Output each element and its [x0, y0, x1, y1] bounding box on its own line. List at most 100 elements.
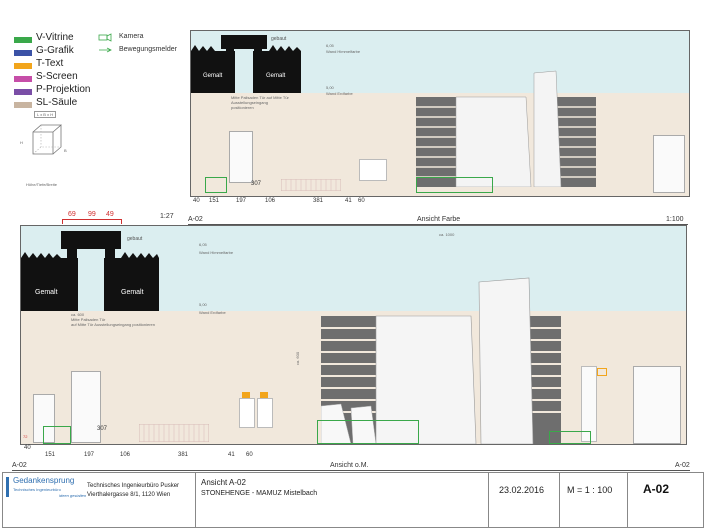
top-view-tick: 1:27 [160, 213, 174, 220]
top-palisade [191, 35, 301, 93]
legend-swatch-screen [14, 76, 32, 82]
divider-2 [488, 473, 489, 527]
bottom-top-dim: ca. 1000 [439, 232, 455, 237]
bottom-right-door [633, 366, 681, 444]
drawing-scale: M = 1 : 100 [567, 485, 613, 495]
top-text-panel [359, 159, 387, 181]
office-line2: Vierthalergasse 8/1, 1120 Wien [87, 492, 171, 498]
top-gemalt-left: Gemalt [203, 73, 223, 79]
bottom-stonehenge [321, 277, 561, 444]
company-sub: Technisches Ingenieurbüro [13, 487, 61, 492]
bottom-red-49: 49 [106, 211, 114, 218]
legend-swatch-saeule [14, 102, 32, 108]
top-right-door [653, 135, 685, 193]
bottom-dim-381: 381 [178, 452, 189, 458]
bottom-note-earth: Wand Erdfarbe [199, 310, 226, 315]
bottom-vitrine-left [43, 426, 71, 444]
bottom-orange-right [597, 368, 607, 376]
bottom-dim-197: 197 [84, 452, 95, 458]
legend-label-projektion: P-Projektion [36, 84, 91, 95]
company-name: Gedankensprung [13, 476, 75, 485]
top-door [229, 131, 253, 183]
bottom-gemalt-left: Gemalt [35, 289, 58, 296]
top-vitrine [205, 177, 227, 193]
bottom-level-top: 6,05 [199, 242, 207, 247]
bottom-text-panel-1 [239, 398, 255, 428]
top-dim-307: 307 [251, 181, 262, 187]
top-elevation-frame: Gemalt Gemalt gebaut Mitte Palisaden Tür… [190, 30, 690, 197]
divider-4 [627, 473, 628, 527]
legend-swatch-text [14, 63, 32, 69]
bottom-text-panel-2 [257, 398, 273, 428]
bottom-red-bracket [62, 219, 122, 224]
bottom-orange-2 [260, 392, 268, 398]
top-level-top: 6,05 [326, 43, 334, 48]
legend-label-vitrine: V-Vitrine [36, 32, 74, 43]
cube-h-label: H [20, 140, 23, 145]
top-dim-60: 60 [358, 198, 365, 204]
bottom-dim-151: 151 [45, 452, 56, 458]
bottom-fence [139, 424, 209, 442]
motion-sensor-icon [99, 47, 112, 53]
office-line1: Technisches Ingenieurbüro Pusker [87, 483, 180, 489]
legend-label-text: T-Text [36, 58, 64, 69]
cube-b-label: B [64, 148, 67, 153]
top-view-scale: 1:100 [666, 216, 684, 223]
bottom-dim-106: 106 [120, 452, 131, 458]
top-dim-381: 381 [313, 198, 324, 204]
bottom-dim-60: 60 [246, 452, 253, 458]
top-stonehenge [416, 70, 596, 187]
legend-swatch-grafik [14, 50, 32, 56]
drawing-date: 23.02.2016 [499, 485, 545, 495]
bottom-view-title: Ansicht o.M. [330, 462, 369, 469]
bottom-view-underline [12, 470, 690, 471]
bottom-tick-red: 72 [23, 434, 28, 439]
top-fence [281, 179, 341, 191]
company-tag: ideen gestalten [59, 493, 87, 498]
bottom-elevation-frame: Gemalt Gemalt gebaut 6,05 Wand Himmelfar… [20, 225, 687, 445]
legend-camera-label: Kamera [119, 33, 144, 40]
top-wall-note: Mitte Palisaden Tür auf Mitte Tür Ausste… [231, 95, 289, 110]
drawing-code: A-02 [643, 482, 670, 496]
bottom-view-code-right: A-02 [675, 462, 690, 469]
cube-label: L x B x H [34, 111, 57, 118]
bottom-dim-307: 307 [97, 426, 108, 432]
top-dim-151: 151 [209, 198, 220, 204]
bottom-vitrine-right [549, 431, 591, 444]
top-level-bottom: 5,00 [326, 85, 334, 90]
bottom-dim-40: 40 [24, 445, 31, 451]
legend-label-saeule: SL-Säule [36, 97, 78, 108]
top-vitrine-2 [416, 177, 493, 193]
top-note-sky: Wand Himmelfarbe [326, 49, 361, 54]
top-dim-197: 197 [236, 198, 247, 204]
bottom-note-sky: Wand Himmelfarbe [199, 250, 234, 255]
bottom-red-99: 99 [88, 211, 96, 218]
top-gebaut-label: gebaut [271, 36, 287, 42]
legend-label-screen: S-Screen [36, 71, 78, 82]
bottom-door-left [71, 371, 101, 443]
top-view-code: A-02 [188, 216, 203, 223]
bottom-level-bottom: 5,00 [199, 302, 207, 307]
project-name: STONEHENGE - MAMUZ Mistelbach [201, 490, 318, 497]
bottom-view-code-left: A-02 [12, 462, 27, 469]
bottom-dim-41: 41 [228, 452, 235, 458]
bottom-orange-1 [242, 392, 250, 398]
divider-3 [559, 473, 560, 527]
top-dim-41: 41 [345, 198, 352, 204]
top-note-earth: Wand Erdfarbe [326, 91, 353, 96]
bottom-vitrine [317, 420, 419, 444]
top-gemalt-right: Gemalt [266, 73, 286, 79]
bottom-palisade [21, 231, 159, 311]
divider-1 [195, 473, 196, 527]
top-dim-40: 40 [193, 198, 200, 204]
bottom-red-69: 69 [68, 211, 76, 218]
bottom-gemalt-right: Gemalt [121, 289, 144, 296]
legend-swatch-vitrine [14, 37, 32, 43]
camera-icon [98, 33, 112, 42]
bottom-gebaut-label: gebaut [127, 236, 143, 242]
view-name: Ansicht A-02 [201, 478, 246, 487]
top-dim-106: 106 [265, 198, 276, 204]
cube-caption: Höhe/Tiefe/Breite [26, 182, 57, 187]
bottom-wall-note: ca. 600 Mitte Palisaden Tür auf Mitte Tü… [71, 312, 155, 327]
top-view-title: Ansicht Farbe [417, 216, 461, 223]
